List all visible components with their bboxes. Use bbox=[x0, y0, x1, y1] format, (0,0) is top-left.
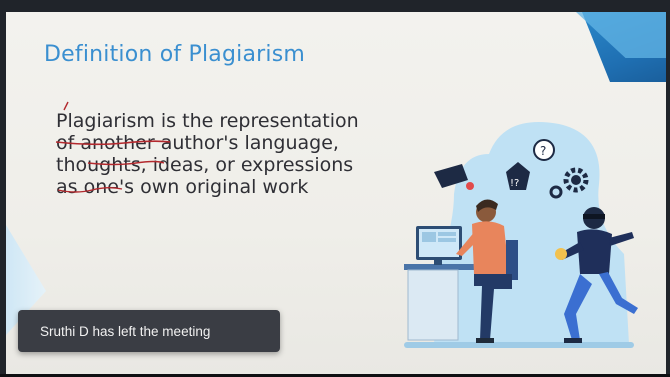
plagiarism-illustration: !? ? bbox=[404, 122, 638, 348]
question-bubble-icon: ? bbox=[533, 139, 555, 161]
lightbulb-icon bbox=[555, 248, 567, 260]
floor-shadow bbox=[404, 342, 634, 348]
question-bubble-text: ? bbox=[540, 144, 546, 158]
slide-title: Definition of Plagiarism bbox=[44, 42, 305, 67]
slide-body: Plagiarism is the representation of anot… bbox=[56, 110, 396, 198]
meeting-screen-share: Definition of Plagiarism Plagiarism is t… bbox=[0, 0, 670, 377]
meeting-notification-toast: Sruthi D has left the meeting bbox=[18, 310, 280, 352]
notification-text: Sruthi D has left the meeting bbox=[40, 323, 211, 339]
slide-corner-decoration-light bbox=[576, 12, 666, 58]
body-line-4: as one's own original work bbox=[56, 176, 309, 198]
body-line-3: thoughts, ideas, or expressions bbox=[56, 154, 354, 176]
body-line-2: of another author's language, bbox=[56, 132, 339, 154]
exclaim-bubble-text: !? bbox=[510, 178, 519, 189]
body-line-1: Plagiarism is the representation bbox=[56, 110, 359, 132]
